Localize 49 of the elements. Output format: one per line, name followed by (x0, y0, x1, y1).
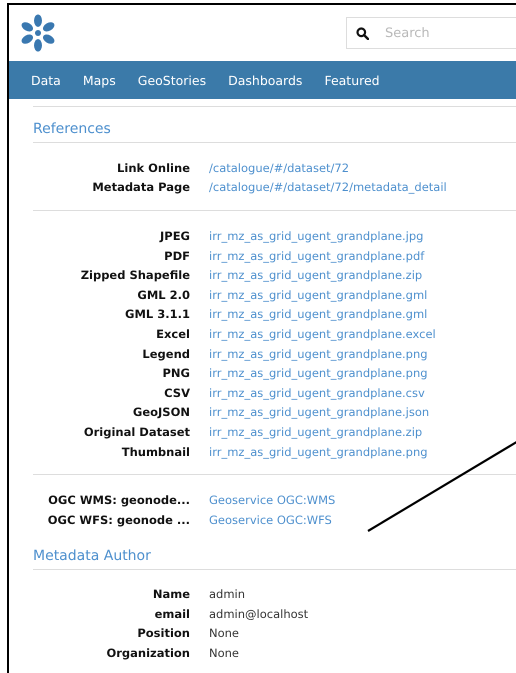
field-label: email (154, 606, 190, 621)
field-link[interactable]: irr_mz_as_grid_ugent_grandplane.png (209, 366, 428, 380)
field-label: PNG (162, 366, 190, 380)
field-label: Excel (155, 326, 190, 341)
field-link[interactable]: irr_mz_as_grid_ugent_grandplane.csv (209, 386, 425, 400)
field-link[interactable]: irr_mz_as_grid_ugent_grandplane.jpg (209, 228, 424, 243)
field-label: GML 3.1.1 (124, 307, 190, 322)
field-label: JPEG (158, 228, 190, 243)
field-label: GeoJSON (132, 405, 190, 420)
field-label: Zipped Shapefile (80, 268, 190, 282)
field-link[interactable]: irr_mz_as_grid_ugent_grandplane.zip (209, 424, 422, 439)
field-label: PDF (163, 248, 190, 263)
field-label: Legend (141, 346, 190, 361)
field-link[interactable]: irr_mz_as_grid_ugent_grandplane.png (209, 444, 428, 459)
field-link[interactable]: Geoservice OGC:WMS (209, 493, 336, 508)
nav-link[interactable]: Dashboards (228, 72, 302, 88)
field-link[interactable]: /catalogue/#/dataset/72/metadata_detail (209, 180, 447, 194)
field-link[interactable]: irr_mz_as_grid_ugent_grandplane.pdf (209, 248, 424, 263)
field-label: Original Dataset (82, 424, 190, 439)
field-value: admin@localhost (209, 606, 308, 621)
field-label: OGC WFS: geonode ... (46, 512, 190, 527)
logo-icon[interactable] (19, 14, 57, 52)
field-link[interactable]: irr_mz_as_grid_ugent_grandplane.zip (209, 268, 422, 282)
field-label: CSV (163, 386, 190, 400)
field-label: Organization (105, 646, 190, 660)
field-link[interactable]: irr_mz_as_grid_ugent_grandplane.json (209, 405, 430, 420)
field-label: Link Online (116, 160, 190, 175)
field-link[interactable]: irr_mz_as_grid_ugent_grandplane.gml (209, 307, 428, 322)
field-label: Thumbnail (120, 444, 190, 459)
nav-link[interactable]: Data (31, 72, 61, 88)
field-label: Metadata Page (91, 180, 190, 194)
nav-link[interactable]: Maps (82, 72, 116, 88)
field-label: Position (136, 626, 190, 640)
section-heading: Metadata Author (33, 534, 516, 570)
field-link[interactable]: irr_mz_as_grid_ugent_grandplane.excel (209, 326, 436, 341)
field-link[interactable]: /catalogue/#/dataset/72 (209, 160, 350, 175)
field-label: GML 2.0 (136, 288, 190, 302)
field-link[interactable]: irr_mz_as_grid_ugent_grandplane.gml (209, 288, 428, 302)
section-heading: References (33, 107, 516, 143)
field-value: admin (209, 587, 246, 602)
field-label: Name (152, 587, 190, 602)
nav-link[interactable]: GeoStories (138, 72, 206, 88)
search-field[interactable]: Search (346, 17, 516, 49)
field-link[interactable]: Geoservice OGC:WFS (209, 512, 332, 527)
nav-link[interactable]: Featured (324, 72, 380, 88)
field-value: None (209, 626, 240, 640)
field-link[interactable]: irr_mz_as_grid_ugent_grandplane.png (209, 346, 428, 361)
field-label: OGC WMS: geonode... (47, 493, 190, 508)
field-value: None (209, 646, 240, 660)
